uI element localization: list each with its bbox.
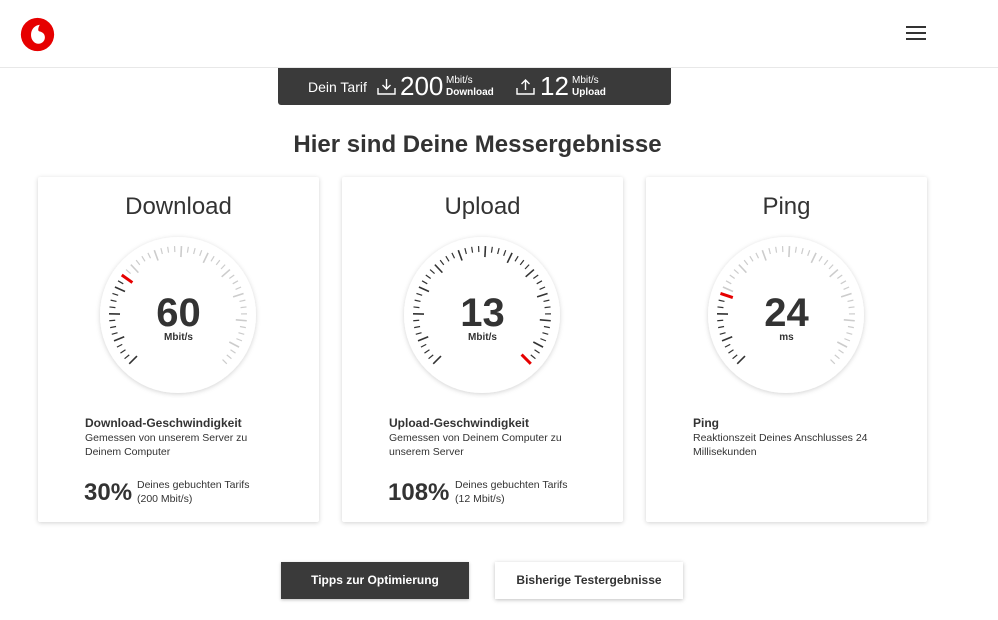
ping-card: Ping 24 ms Ping Reaktionszeit Deines Ans… — [646, 177, 927, 522]
card-heading: Ping — [693, 416, 719, 430]
gauge-unit: Mbit/s — [468, 332, 497, 343]
download-card: Download 60 Mbit/s Download-Geschwindigk… — [38, 177, 319, 522]
tariff-upload-value: 12 — [540, 71, 569, 101]
card-title: Download — [125, 193, 232, 220]
percentage-description-line1: Deines gebuchten Tarifs — [455, 479, 568, 491]
upload-icon — [516, 79, 535, 95]
percentage-description-line1: Deines gebuchten Tarifs — [137, 479, 250, 491]
percentage-description: Deines gebuchten Tarifs (12 Mbit/s) — [455, 478, 567, 506]
optimization-tips-button[interactable]: Tipps zur Optimierung — [281, 562, 469, 599]
card-heading: Upload-Geschwindigkeit — [389, 416, 530, 430]
previous-results-button[interactable]: Bisherige Testergebnisse — [495, 562, 683, 599]
tariff-percentage: 108% — [388, 479, 450, 506]
card-description: Reaktionszeit Deines Anschlusses 24 Mill… — [693, 432, 868, 458]
download-icon — [377, 79, 396, 95]
gauge-tick — [180, 246, 183, 258]
vodafone-logo[interactable] — [19, 16, 56, 53]
tariff-upload-unit: Mbit/s — [572, 75, 599, 86]
tariff-download-label: Download — [446, 87, 494, 98]
gauge-value: 24 — [764, 291, 809, 335]
gauge-tick — [788, 246, 791, 258]
tariff-banner: Dein Tarif 200 Mbit/s Download 12 Mbit/s… — [278, 68, 671, 105]
card-description: Gemessen von unserem Server zu Deinem Co… — [85, 432, 248, 458]
percentage-description-line2: (12 Mbit/s) — [455, 493, 505, 505]
hamburger-menu-icon[interactable] — [900, 22, 932, 44]
card-description: Gemessen von Deinem Computer zu unserem … — [389, 432, 562, 458]
percentage-description-line2: (200 Mbit/s) — [137, 493, 193, 505]
gauge-value: 60 — [156, 291, 201, 335]
header — [0, 0, 998, 68]
tariff-download-unit: Mbit/s — [446, 75, 473, 86]
gauge-value: 13 — [460, 291, 505, 335]
tariff-label: Dein Tarif — [308, 79, 367, 95]
card-heading: Download-Geschwindigkeit — [85, 416, 242, 430]
gauge-unit: Mbit/s — [164, 332, 193, 343]
page-title: Hier sind Deine Messergebnisse — [293, 131, 662, 158]
tariff-download-value: 200 — [400, 71, 444, 101]
tariff-percentage: 30% — [84, 479, 133, 506]
gauge-tick — [484, 246, 487, 258]
card-title: Upload — [444, 193, 521, 220]
tariff-upload-label: Upload — [572, 87, 606, 98]
upload-card: Upload 13 Mbit/s Upload-Geschwindigkeit … — [342, 177, 623, 522]
gauge-unit: ms — [779, 332, 794, 343]
card-title: Ping — [762, 193, 811, 220]
percentage-description: Deines gebuchten Tarifs (200 Mbit/s) — [137, 478, 249, 506]
